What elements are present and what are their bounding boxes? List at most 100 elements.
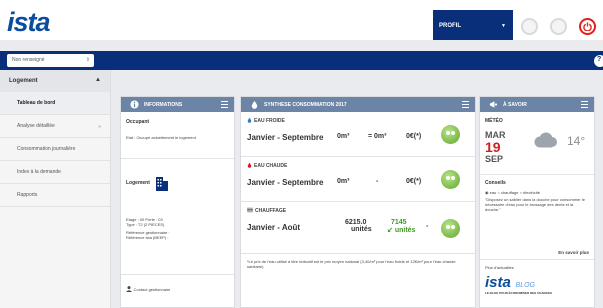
radio-label: électricité (523, 190, 541, 195)
conso-value-unit: unités (351, 226, 372, 233)
meteo-section: MÉTÉO MAR 19 SEP 14° (480, 112, 594, 175)
megaphone-icon (489, 101, 498, 108)
cold-water-drop-icon (247, 117, 252, 123)
info-icon (130, 100, 139, 109)
cloud-icon (534, 132, 557, 148)
blog-tagline: LE BLOG POUR ÉCONOMISER DES CHARGES (485, 291, 553, 295)
weather-day: 19 (485, 139, 501, 155)
power-icon[interactable] (579, 18, 596, 35)
informations-panel-header: INFORMATIONS (121, 97, 234, 112)
logement-section: Logement Etage : 00 Porte : 03 Type : T2… (121, 159, 234, 275)
conso-row-eau-chaude[interactable]: EAU CHAUDE Janvier - Septembre 0m³ - 0€(… (241, 157, 475, 202)
select-value: Non renseigné (12, 57, 45, 63)
hot-water-drop-icon (247, 162, 252, 168)
en-savoir-plus-link[interactable]: En savoir plus (558, 250, 589, 255)
weather-temperature: 14° (567, 134, 586, 148)
conso-value: 0m³ (337, 178, 350, 185)
sidebar-item-label: Consommation journalière (17, 146, 76, 152)
conso-row-title: EAU CHAUDE (247, 162, 287, 169)
sidebar-item-analyse-detaillee[interactable]: Analyse détaillée » (0, 115, 110, 138)
eco-mascot-icon (441, 125, 460, 144)
conso-period: Janvier - Août (247, 223, 301, 232)
conso-row-eau-froide[interactable]: EAU FROIDE Janvier - Septembre 0m³ = 0m³… (241, 112, 475, 157)
panel-menu-icon[interactable] (221, 101, 228, 110)
conso-comparison-number: 7145 (391, 219, 407, 226)
select-chevron-icon: ⇕ (85, 57, 90, 63)
sidebar-item-label: Tableau de bord (17, 100, 56, 106)
actualites-section: Plus d'actualités ista BLOG LE BLOG POUR… (480, 260, 594, 300)
conso-period: Janvier - Septembre (247, 178, 324, 187)
occupant-label: Occupant (126, 119, 150, 125)
blog-word: BLOG (515, 282, 535, 289)
sidebar-item-consommation-journaliere[interactable]: Consommation journalière (0, 138, 110, 161)
occupant-status: Etat : Occupé actuellement le logement (126, 135, 196, 140)
reference-ista: Référence ista (BEEP) : (126, 235, 169, 240)
profile-label: PROFIL (439, 23, 461, 29)
conso-comparison: = 0m³ (368, 133, 387, 140)
synthese-consommation-panel: SYNTHESE CONSOMMATION 2017 EAU FROIDE Ja… (240, 96, 476, 308)
panel-title: SYNTHESE CONSOMMATION 2017 (264, 102, 347, 108)
conso-row-chauffage[interactable]: CHAUFFAGE Janvier - Août 6215.0 unités 7… (241, 202, 475, 254)
sidebar-item-label: Rapports (17, 192, 38, 198)
profile-menu-button[interactable]: PROFIL ▼ (433, 10, 513, 40)
radio-chauffage[interactable]: ○ chauffage (497, 190, 518, 195)
toolbar: Non renseigné ⇕ ? (0, 51, 603, 70)
message-icon[interactable] (550, 18, 567, 35)
conso-cost: - (426, 223, 429, 230)
sidebar-item-index-a-la-demande[interactable]: Index à la demande (0, 161, 110, 184)
person-icon (126, 286, 132, 292)
conseils-section: Conseils ◉ eau ○ chauffage ○ électricité… (480, 175, 594, 260)
help-icon[interactable]: ? (594, 55, 603, 67)
caret-down-icon: ▼ (501, 23, 506, 29)
contact-gestionnaire-link: Contact gestionnaire (133, 287, 171, 292)
panel-title: À SAVOIR (503, 102, 527, 108)
sidebar-item-label: Index à la demande (17, 169, 61, 175)
sidebar-item-tableau-de-bord[interactable]: Tableau de bord (0, 92, 110, 115)
blog-logo: ista (485, 274, 511, 291)
sidebar-section-logement[interactable]: Logement ▲ (0, 70, 110, 92)
radio-label: eau (489, 190, 497, 195)
logement-label: Logement (126, 180, 150, 186)
chevron-right-icon: » (98, 124, 101, 130)
ista-logo[interactable]: ista (7, 7, 51, 38)
row-title-text: EAU FROIDE (254, 118, 285, 124)
notification-icon[interactable] (521, 18, 538, 35)
conso-cost: 0€(*) (406, 178, 422, 185)
panel-menu-icon[interactable] (581, 101, 588, 110)
panel-menu-icon[interactable] (462, 101, 469, 110)
informations-panel: INFORMATIONS Occupant Etat : Occupé actu… (120, 96, 235, 308)
row-title-text: CHAUFFAGE (255, 208, 287, 214)
conso-period: Janvier - Septembre (247, 133, 324, 142)
conso-value: 0m³ (337, 133, 350, 140)
radio-eau[interactable]: ◉ eau (485, 190, 496, 195)
conso-comparison: - (376, 178, 379, 185)
top-bar: ista PROFIL ▼ (0, 0, 603, 40)
sidebar-item-rapports[interactable]: Rapports (0, 184, 110, 207)
occupant-section: Occupant Etat : Occupé actuellement le l… (121, 112, 234, 159)
price-footnote: *Le prix de l'eau utilisé à titre indica… (247, 259, 456, 269)
logement-type: Type : T2 (2 PIECES) (126, 222, 165, 227)
conso-row-title: CHAUFFAGE (247, 207, 286, 214)
residence-select[interactable]: Non renseigné ⇕ (7, 54, 94, 67)
radio-label: chauffage (500, 190, 519, 195)
synthese-panel-header: SYNTHESE CONSOMMATION 2017 (241, 97, 475, 112)
panel-title: INFORMATIONS (144, 102, 183, 108)
sidebar-item-label: Analyse détaillée (17, 123, 55, 129)
contact-section[interactable]: Contact gestionnaire (121, 275, 234, 304)
radio-electricite[interactable]: ○ électricité (520, 190, 540, 195)
conso-value-number: 6215.0 (345, 219, 367, 226)
conso-comparison: 7145 ↙ unités (387, 219, 415, 234)
weather-date: MAR 19 SEP (485, 130, 506, 164)
row-title-text: EAU CHAUDE (254, 163, 288, 169)
conso-value: 6215.0 unités (345, 219, 372, 233)
arrow-down-left-icon: ↙ (387, 227, 393, 234)
ista-blog-banner[interactable]: ista BLOG LE BLOG POUR ÉCONOMISER DES CH… (485, 274, 589, 295)
eco-mascot-icon (441, 170, 460, 189)
sidebar-section-label: Logement (9, 78, 38, 84)
chevron-up-icon: ▲ (95, 77, 101, 83)
radiator-icon (247, 207, 253, 213)
sidebar: Logement ▲ Tableau de bord Analyse détai… (0, 70, 111, 308)
conseils-radio-group: ◉ eau ○ chauffage ○ électricité (485, 190, 589, 195)
a-savoir-panel-header: À SAVOIR (480, 97, 594, 112)
actualites-label[interactable]: Plus d'actualités (485, 265, 589, 270)
